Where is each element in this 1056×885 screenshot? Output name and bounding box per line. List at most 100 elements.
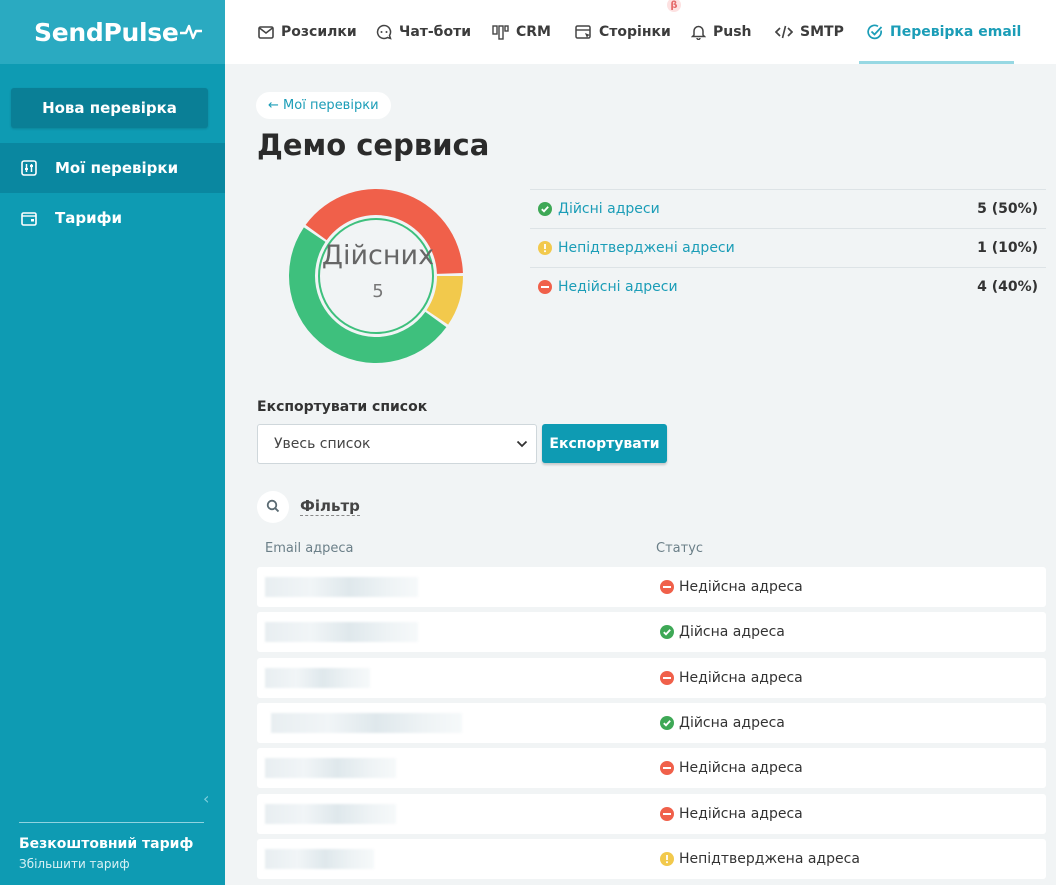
table-row[interactable]: Недійсна адреса [257, 567, 1046, 607]
results-donut-chart [289, 189, 463, 363]
collapse-sidebar-icon[interactable]: ‹ [203, 789, 209, 808]
status-cell: Недійсна адреса [660, 567, 803, 607]
chat-icon [376, 24, 392, 40]
status-text: Дійсна адреса [679, 715, 785, 731]
status-text: Недійсна адреса [679, 806, 803, 822]
nav-pages[interactable]: Сторінки β [575, 0, 681, 64]
invalid-minus-icon [660, 580, 674, 594]
sidebar-divider [19, 822, 204, 823]
logo-area: SendPulse [0, 0, 225, 64]
email-address-blurred [271, 713, 462, 733]
status-text: Недійсна адреса [679, 579, 803, 595]
table-row[interactable]: Дійсна адреса [257, 703, 1046, 743]
email-address-blurred [265, 668, 370, 688]
code-icon [775, 25, 793, 39]
status-cell: Дійсна адреса [660, 703, 785, 743]
status-cell: Недійсна адреса [660, 794, 803, 834]
stats-table: Дійсні адреси 5 (50%) Непідтверджені адр… [530, 189, 1046, 305]
email-address-blurred [265, 849, 374, 869]
nav-label: Перевірка email [890, 24, 1022, 40]
top-navigation: Розсилки Чат-боти CRM Сторінки β Push SM… [225, 0, 1056, 64]
filter-search-button[interactable] [257, 491, 289, 523]
sidebar-item-label: Мої перевірки [55, 159, 179, 177]
status-text: Недійсна адреса [679, 760, 803, 776]
valid-check-icon [660, 625, 674, 639]
sidebar-item-my-checks[interactable]: Мої перевірки [0, 143, 225, 193]
valid-check-icon [538, 202, 552, 216]
export-list-label: Експортувати список [257, 399, 428, 415]
nav-campaigns[interactable]: Розсилки [258, 0, 357, 64]
email-address-blurred [265, 577, 418, 597]
invalid-minus-icon [660, 807, 674, 821]
sidebar-item-label: Тарифи [55, 209, 122, 227]
nav-label: CRM [516, 24, 551, 40]
beta-badge: β [667, 0, 681, 12]
stat-value: 5 (50%) [977, 201, 1038, 217]
search-icon [266, 498, 280, 517]
stat-value: 1 (10%) [977, 240, 1038, 256]
plan-name: Безкоштовний тариф [19, 836, 194, 852]
stat-label[interactable]: Дійсні адреси [558, 201, 660, 217]
bell-icon [691, 24, 706, 40]
status-text: Недійсна адреса [679, 670, 803, 686]
export-list-select[interactable]: Увесь список [257, 424, 537, 464]
stat-row-valid: Дійсні адреси 5 (50%) [530, 189, 1046, 228]
status-text: Непідтверджена адреса [679, 851, 860, 867]
stat-row-unconfirmed: Непідтверджені адреси 1 (10%) [530, 228, 1046, 267]
status-cell: Непідтверджена адреса [660, 839, 860, 879]
nav-label: SMTP [800, 24, 844, 40]
email-address-blurred [265, 622, 418, 642]
table-row[interactable]: Недійсна адреса [257, 794, 1046, 834]
status-cell: Недійсна адреса [660, 748, 803, 788]
chevron-down-icon [516, 436, 528, 452]
nav-label: Чат-боти [399, 24, 472, 40]
sendpulse-logo[interactable]: SendPulse [34, 18, 203, 47]
donut-inner-ring [318, 218, 434, 334]
email-address-blurred [265, 804, 396, 824]
nav-chatbots[interactable]: Чат-боти [376, 0, 471, 64]
column-header-email: Email адреса [265, 541, 354, 556]
table-row[interactable]: Дійсна адреса [257, 612, 1046, 652]
status-cell: Дійсна адреса [660, 612, 785, 652]
active-nav-indicator [859, 61, 1014, 64]
invalid-minus-icon [660, 671, 674, 685]
status-text: Дійсна адреса [679, 624, 785, 640]
sidebar-item-tariffs[interactable]: Тарифи [0, 193, 225, 243]
export-select-value: Увесь список [274, 436, 371, 452]
pulse-icon [180, 24, 203, 40]
stat-label[interactable]: Недійсні адреси [558, 279, 678, 295]
warning-icon [538, 241, 552, 255]
nav-label: Сторінки [599, 24, 671, 40]
warning-icon [660, 852, 674, 866]
nav-push[interactable]: Push [691, 0, 752, 64]
stat-value: 4 (40%) [977, 278, 1038, 295]
donut-center-value: 5 [372, 281, 384, 302]
table-row[interactable]: Непідтверджена адреса [257, 839, 1046, 879]
filter-toggle[interactable]: Фільтр [300, 497, 360, 516]
nav-crm[interactable]: CRM [492, 0, 551, 64]
sliders-icon [20, 159, 38, 177]
check-circle-icon [867, 24, 883, 40]
stat-label[interactable]: Непідтверджені адреси [558, 240, 735, 256]
nav-label: Розсилки [281, 24, 357, 40]
donut-center-label: Дійсних [321, 240, 435, 271]
table-row[interactable]: Недійсна адреса [257, 748, 1046, 788]
envelope-icon [258, 25, 274, 39]
table-row[interactable]: Недійсна адреса [257, 658, 1046, 698]
column-header-status: Статус [656, 541, 704, 556]
email-address-blurred [265, 758, 396, 778]
sidebar: SendPulse Нова перевірка Мої перевірки Т… [0, 0, 225, 885]
back-to-my-checks-link[interactable]: ← Мої перевірки [256, 92, 391, 119]
valid-check-icon [660, 716, 674, 730]
invalid-minus-icon [538, 279, 552, 294]
invalid-minus-icon [660, 761, 674, 775]
page-icon [575, 24, 592, 40]
export-button[interactable]: Експортувати [542, 424, 667, 463]
stat-row-invalid: Недійсні адреси 4 (40%) [530, 267, 1046, 305]
page-title: Демо сервиса [257, 128, 490, 162]
nav-smtp[interactable]: SMTP [775, 0, 844, 64]
nav-email-verification[interactable]: Перевірка email [867, 0, 1021, 64]
new-check-button[interactable]: Нова перевірка [11, 88, 208, 128]
status-cell: Недійсна адреса [660, 658, 803, 698]
upgrade-plan-link[interactable]: Збільшити тариф [19, 857, 130, 871]
